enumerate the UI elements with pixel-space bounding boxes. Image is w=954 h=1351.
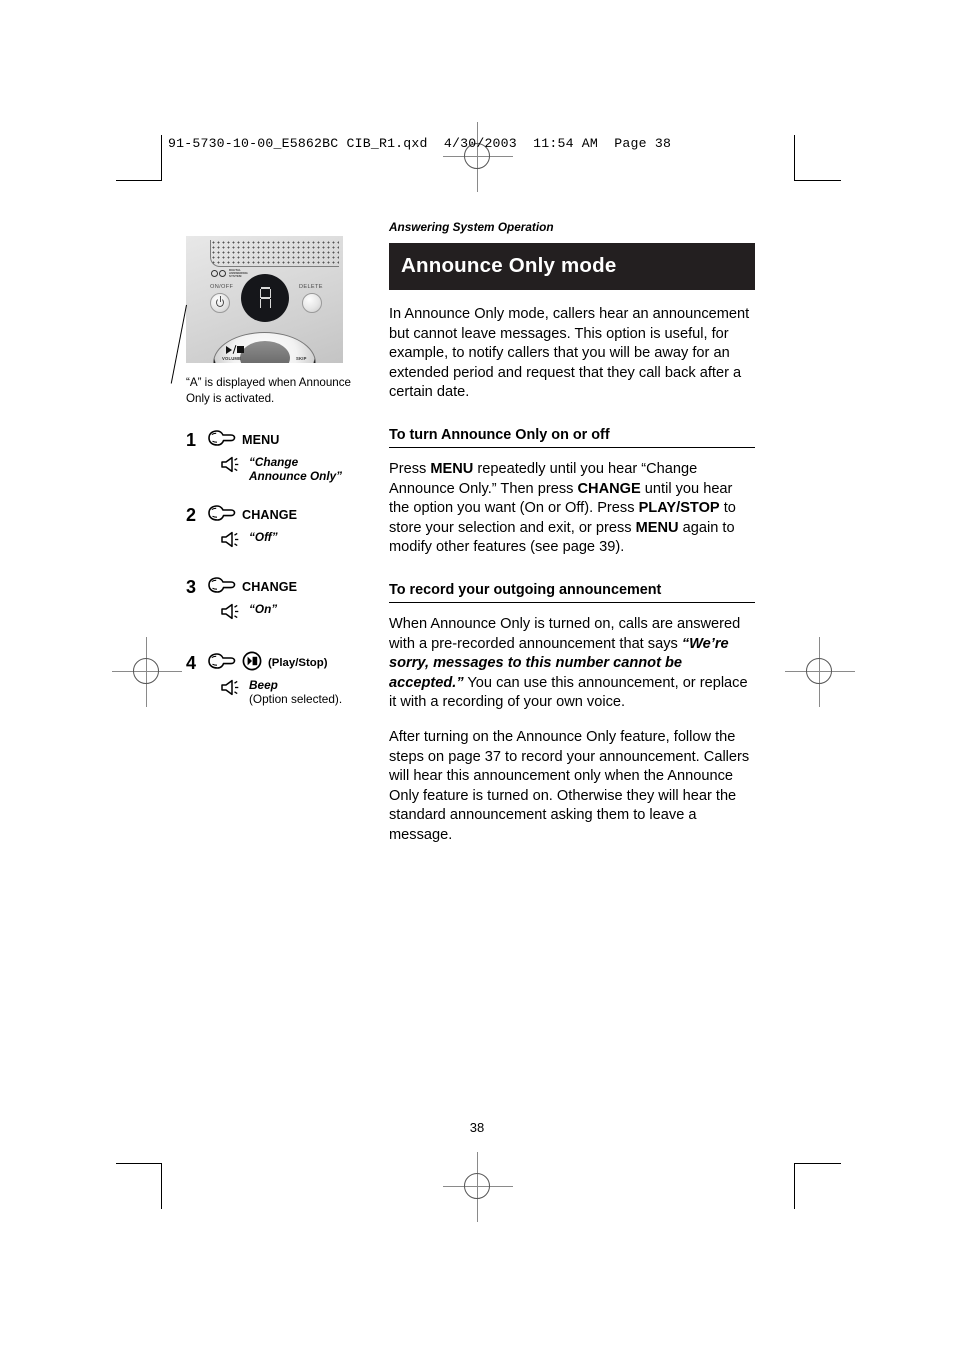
crop-mark-top-right-h xyxy=(795,180,841,181)
page-number: 38 xyxy=(469,1120,485,1135)
device-wheel-label-left: VOLUME xyxy=(222,356,242,361)
page-title: Announce Only mode xyxy=(389,243,755,290)
crop-mark-top-left-v xyxy=(161,135,162,181)
play-stop-button-icon xyxy=(242,651,262,676)
device-wheel-label-right: SKIP xyxy=(296,356,307,361)
step-sub-line1: Beep xyxy=(249,678,278,692)
section-heading-turn-on-off: To turn Announce Only on or off xyxy=(389,427,755,448)
speaker-icon xyxy=(220,456,242,478)
device-illustration: DIGITAL ANSWERING SYSTEM ON/OFF DELETE V… xyxy=(186,236,343,363)
step-sub-line1: “Change xyxy=(249,455,299,469)
section1-paragraph: Press MENU repeatedly until you hear “Ch… xyxy=(389,460,755,558)
right-column: Answering System Operation Announce Only… xyxy=(389,220,755,845)
step-number: 3 xyxy=(186,577,197,597)
seven-segment-letter-a-icon xyxy=(259,287,272,309)
pointing-hand-icon xyxy=(206,429,236,452)
crop-mark-top-left-h xyxy=(116,180,162,181)
play-stop-caption: (Play/Stop) xyxy=(268,657,328,669)
speaker-icon xyxy=(220,679,242,701)
device-control-wheel: VOLUME SKIP xyxy=(213,332,316,363)
device-display xyxy=(241,274,289,322)
s1-key-change: CHANGE xyxy=(577,480,641,497)
crop-mark-bottom-left-v xyxy=(161,1163,162,1209)
section-heading-record-announcement: To record your outgoing announcement xyxy=(389,582,755,603)
s1-key-menu: MENU xyxy=(430,460,474,477)
step-number: 4 xyxy=(186,653,197,673)
running-head: Answering System Operation xyxy=(389,220,554,234)
play-stop-wheel-icon xyxy=(226,345,245,354)
speaker-icon xyxy=(220,531,242,553)
registration-mark-bottom xyxy=(443,1152,513,1222)
step-item: 3 CHANGE “On” xyxy=(186,575,366,625)
step-key-label: CHANGE xyxy=(242,580,298,594)
step-key-label: MENU xyxy=(242,433,280,447)
step-number: 2 xyxy=(186,505,197,525)
step-key-label: CHANGE xyxy=(242,508,298,522)
step-number: 1 xyxy=(186,430,197,450)
section2-paragraph-2: After turning on the Announce Only featu… xyxy=(389,728,750,843)
step-sub-text: “Change Announce Only” xyxy=(249,455,342,483)
pointing-hand-icon xyxy=(206,652,236,675)
step-sub-line2: Announce Only” xyxy=(249,469,343,483)
step-list: 1 MENU “Change Announce Only” 2 CHANGE “… xyxy=(186,428,366,713)
prepress-header: 91-5730-10-00_E5862BC CIB_R1.qxd 4/30/20… xyxy=(168,136,672,151)
left-column: DIGITAL ANSWERING SYSTEM ON/OFF DELETE V… xyxy=(186,236,358,363)
page-canvas: 91-5730-10-00_E5862BC CIB_R1.qxd 4/30/20… xyxy=(0,0,954,1351)
s1-key-menu-2: MENU xyxy=(635,519,679,536)
step-sub-text: Beep (Option selected). xyxy=(249,678,342,706)
crop-mark-bottom-left-h xyxy=(116,1163,162,1164)
registration-mark-right xyxy=(785,637,855,707)
device-label-onoff: ON/OFF xyxy=(210,284,234,290)
step-item: 4 (Play/Stop) Beep (Option selected). xyxy=(186,651,366,706)
intro-paragraph: In Announce Only mode, callers hear an a… xyxy=(389,306,750,401)
pointing-hand-icon xyxy=(206,504,236,527)
registration-mark-left xyxy=(112,637,182,707)
crop-mark-bottom-right-v xyxy=(794,1163,795,1209)
crop-mark-bottom-right-h xyxy=(795,1163,841,1164)
step-sub-text: “On” xyxy=(249,602,278,616)
device-delete-button xyxy=(302,293,322,313)
step-sub-line2: (Option selected). xyxy=(249,692,343,706)
crop-mark-top-right-v xyxy=(794,135,795,181)
step-sub-text: “Off” xyxy=(249,530,278,544)
tape-reels-icon xyxy=(211,270,226,278)
s1-key-playstop: PLAY/STOP xyxy=(638,500,720,517)
speaker-icon xyxy=(220,603,242,625)
step-item: 2 CHANGE “Off” xyxy=(186,503,366,553)
callout-leader-line xyxy=(170,304,188,384)
pointing-hand-icon xyxy=(206,576,236,599)
section2-paragraph-1: When Announce Only is turned on, calls a… xyxy=(389,615,755,713)
step-item: 1 MENU “Change Announce Only” xyxy=(186,428,366,483)
speaker-grille-icon xyxy=(210,240,339,267)
power-icon xyxy=(216,296,224,307)
figure-caption: “A” is displayed when Announce Only is a… xyxy=(186,376,351,405)
registration-mark-top xyxy=(443,122,513,192)
s1-text-a: Press xyxy=(389,460,431,477)
device-label-delete: DELETE xyxy=(299,284,323,290)
